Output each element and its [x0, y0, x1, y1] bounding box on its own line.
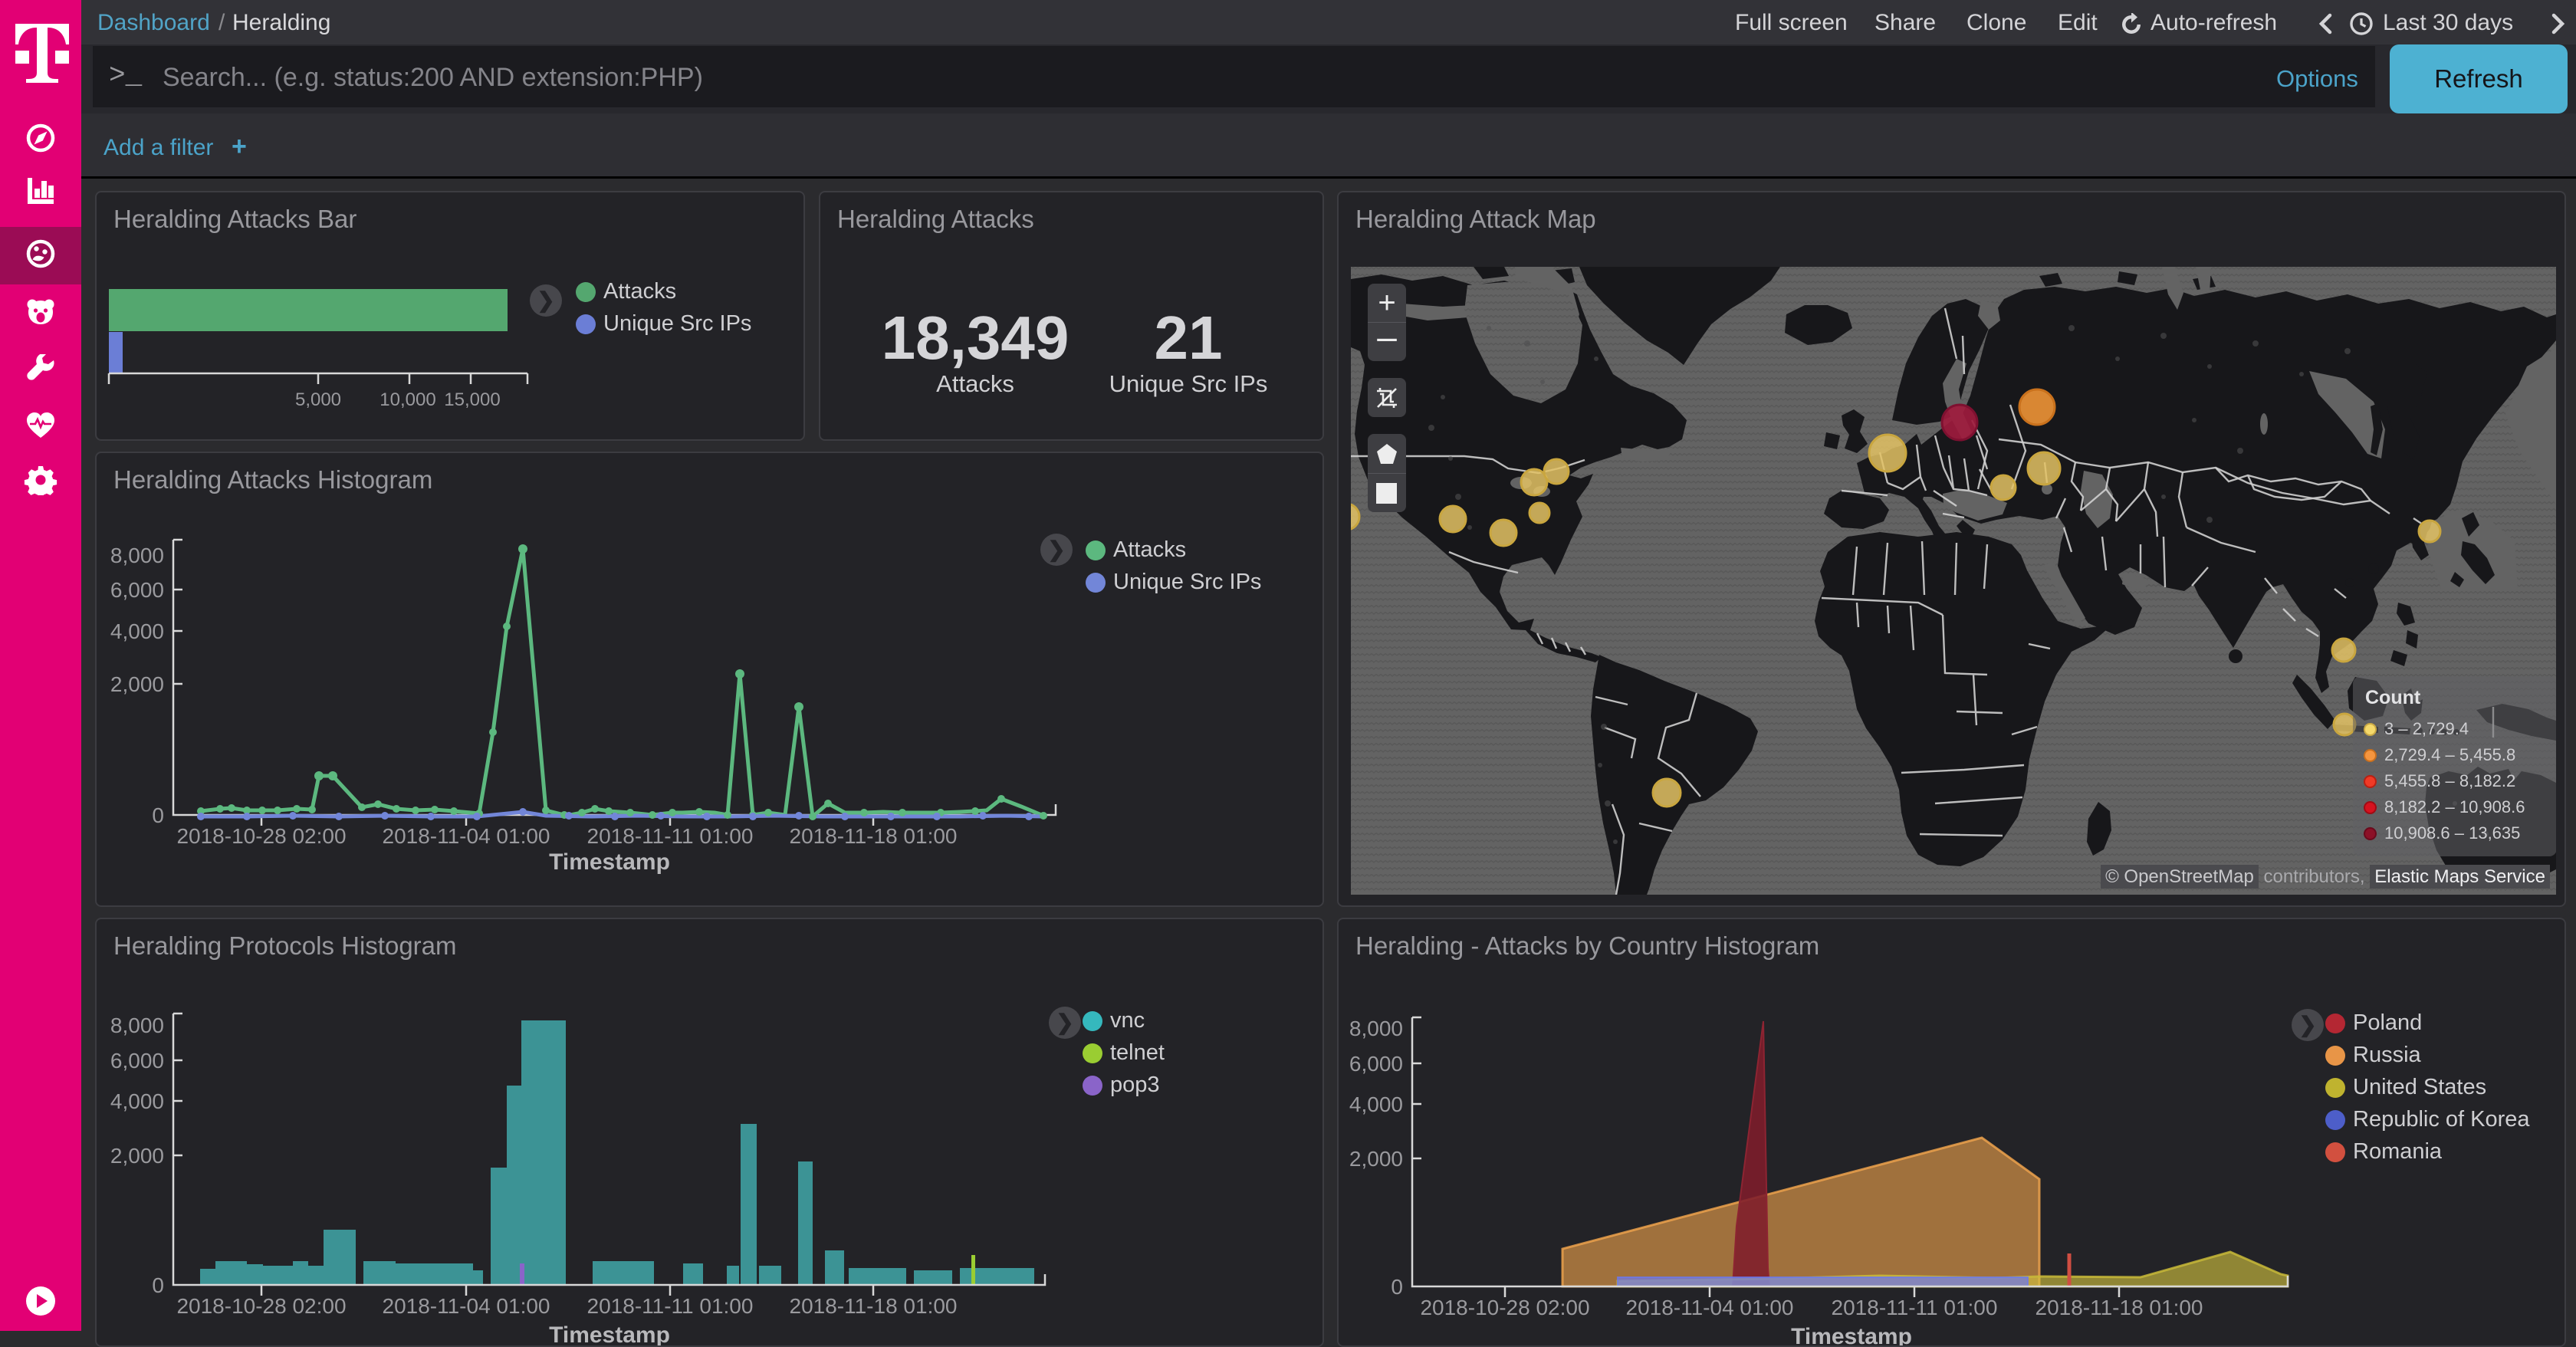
- svg-text:8,000: 8,000: [110, 544, 164, 567]
- svg-text:2,000: 2,000: [110, 1144, 164, 1168]
- svg-text:2,000: 2,000: [1349, 1147, 1403, 1171]
- svg-text:2018-11-04 01:00: 2018-11-04 01:00: [383, 1294, 550, 1318]
- svg-text:2018-11-11 01:00: 2018-11-11 01:00: [1832, 1296, 1998, 1319]
- svg-text:5,000: 5,000: [295, 389, 341, 410]
- svg-text:0: 0: [152, 803, 164, 827]
- svg-text:2018-11-18 01:00: 2018-11-18 01:00: [790, 824, 958, 848]
- svg-text:Timestamp: Timestamp: [549, 1322, 670, 1345]
- svg-text:Timestamp: Timestamp: [1791, 1324, 1912, 1345]
- svg-text:2,000: 2,000: [110, 672, 164, 696]
- svg-text:4,000: 4,000: [110, 1089, 164, 1113]
- svg-text:15,000: 15,000: [444, 389, 500, 410]
- svg-text:2018-11-18 01:00: 2018-11-18 01:00: [790, 1294, 958, 1318]
- svg-text:2018-11-18 01:00: 2018-11-18 01:00: [2036, 1296, 2203, 1319]
- svg-text:2018-10-28 02:00: 2018-10-28 02:00: [1420, 1296, 1589, 1319]
- svg-text:2018-11-11 01:00: 2018-11-11 01:00: [587, 1294, 754, 1318]
- svg-text:6,000: 6,000: [110, 1049, 164, 1073]
- svg-text:6,000: 6,000: [110, 578, 164, 602]
- svg-text:2018-10-28 02:00: 2018-10-28 02:00: [176, 1294, 346, 1318]
- svg-text:2018-10-28 02:00: 2018-10-28 02:00: [176, 824, 346, 848]
- svg-text:8,000: 8,000: [110, 1014, 164, 1037]
- svg-text:6,000: 6,000: [1349, 1052, 1403, 1076]
- svg-text:10,000: 10,000: [380, 389, 435, 410]
- svg-text:4,000: 4,000: [110, 619, 164, 643]
- svg-text:4,000: 4,000: [1349, 1092, 1403, 1116]
- svg-text:0: 0: [152, 1273, 164, 1297]
- svg-text:2018-11-04 01:00: 2018-11-04 01:00: [1626, 1296, 1794, 1319]
- svg-text:0: 0: [1391, 1275, 1403, 1299]
- svg-text:8,000: 8,000: [1349, 1017, 1403, 1040]
- svg-text:Timestamp: Timestamp: [549, 849, 670, 875]
- svg-text:2018-11-11 01:00: 2018-11-11 01:00: [587, 824, 754, 848]
- svg-text:2018-11-04 01:00: 2018-11-04 01:00: [383, 824, 550, 848]
